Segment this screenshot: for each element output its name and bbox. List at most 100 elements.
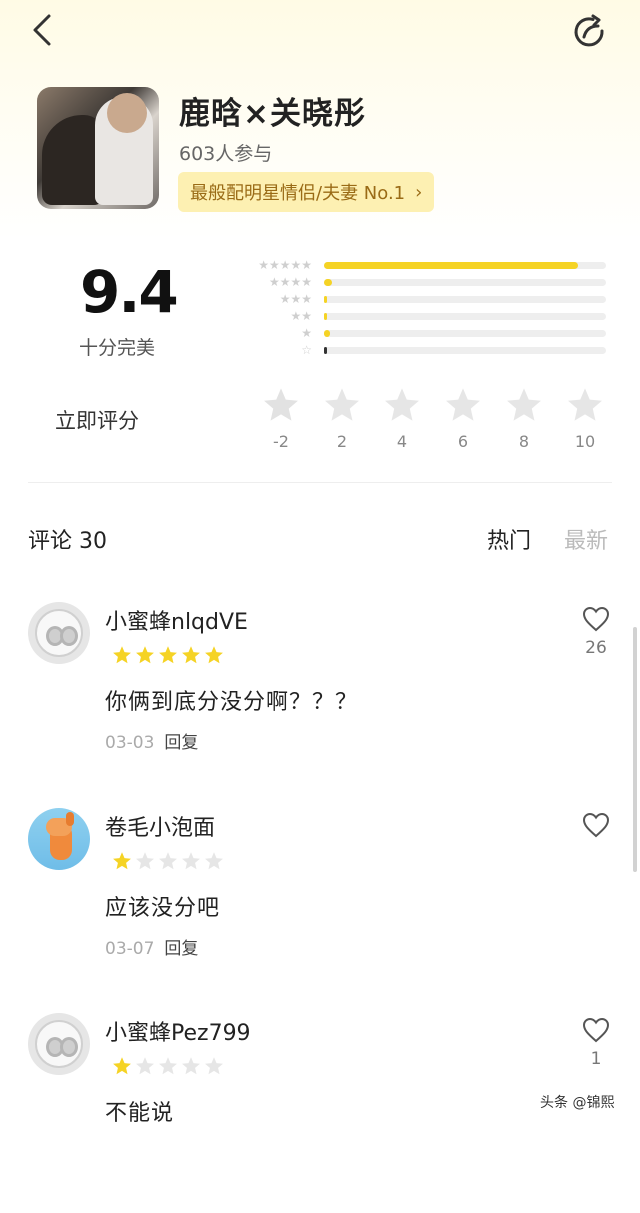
back-button[interactable] [20,8,64,52]
comment-text: 不能说 [105,1101,175,1126]
comment-text: 你俩到底分没分啊？？？ [105,690,359,715]
distribution-bar-fill [324,330,330,337]
star-icon [507,388,541,421]
empty-star-icon [136,852,154,870]
heart-icon [582,1017,610,1043]
comment-username[interactable]: 小蜜蜂Pez799 [105,1015,251,1047]
distribution-row: ★★★★ [234,275,610,289]
comment-username[interactable]: 小蜜蜂nlqdVE [105,604,248,636]
comment-date: 03-07 [105,939,155,959]
rate-star-value: 4 [396,432,408,451]
rate-star-2[interactable]: 2 [320,386,364,451]
distribution-bar-fill [324,262,578,269]
rate-star-6[interactable]: 10 [563,386,607,451]
comment-rating-stars [112,1056,227,1076]
rate-star-value: 8 [518,432,530,451]
rate-star-4[interactable]: 6 [441,386,485,451]
section-divider [28,482,612,483]
distribution-bar-fill [324,313,327,320]
score-description: 十分完美 [79,337,156,359]
distribution-bar-track [324,313,606,320]
reply-button[interactable]: 回复 [164,733,198,753]
like-count: 1 [590,1049,602,1069]
comment-meta: 03-07 回复 [105,934,198,959]
participant-count: 603人参与 [179,143,273,165]
comment-date: 03-03 [105,733,155,753]
distribution-bar-track [324,330,606,337]
distribution-star-icons: ★★★★ [268,275,312,289]
comment-item: 小蜜蜂Pez799 不能说 1 [0,1013,640,1213]
rate-star-5[interactable]: 8 [502,386,546,451]
rate-star-1[interactable]: -2 [259,386,303,451]
distribution-bar-track [324,279,606,286]
tab-sort-new[interactable]: 最新 [564,523,608,555]
empty-star-icon [159,1057,177,1075]
distribution-row: ☆ [234,343,610,357]
distribution-star-icons: ★★ [290,309,312,323]
topic-title: 鹿晗×关晓彤 [179,96,366,132]
comment-item: 小蜜蜂nlqdVE 你俩到底分没分啊？？？ 03-03 回复 26 [0,602,640,802]
empty-star-icon [159,852,177,870]
star-icon [568,388,602,421]
star-icon [446,388,480,421]
filled-star-icon [205,646,223,664]
comment-username[interactable]: 卷毛小泡面 [105,810,215,842]
rate-star-3[interactable]: 4 [380,386,424,451]
distribution-bar-fill [324,296,327,303]
comment-item: 卷毛小泡面应该没分吧 03-07 回复 [0,808,640,1008]
empty-star-icon [136,1057,154,1075]
distribution-bar-fill [324,279,333,286]
average-score: 9.4 [80,258,179,326]
filled-star-icon [113,852,131,870]
comment-rating-stars [112,645,227,665]
filled-star-icon [113,1057,131,1075]
distribution-row: ★★★ [234,292,610,306]
distribution-bar-fill [324,347,327,354]
rate-star-value: 6 [457,432,469,451]
heart-icon [582,606,610,632]
topic-poster-image [37,87,159,209]
distribution-star-icons: ★★★★★ [258,258,312,272]
share-button[interactable] [568,10,612,54]
avatar[interactable] [28,808,90,870]
chevron-right-icon: › [415,181,423,203]
rank-badge-label: 最般配明星情侣/夫妻 No.1 [190,183,406,204]
distribution-row: ★★ [234,309,610,323]
distribution-star-icons: ☆ [301,343,312,357]
distribution-row: ★★★★★ [234,258,610,272]
like-button[interactable]: 26 [580,606,612,658]
avatar[interactable] [28,1013,90,1075]
watermark: 头条 @锦熙 [540,1095,615,1111]
scrollbar[interactable] [633,627,637,872]
rank-badge[interactable]: 最般配明星情侣/夫妻 No.1 › [178,172,435,212]
rate-star-value: 2 [336,432,348,451]
star-icon [325,388,359,421]
heart-icon [582,812,610,838]
star-icon [264,388,298,421]
distribution-star-icons: ★ [301,326,312,340]
rate-star-value: 10 [574,432,596,451]
filled-star-icon [159,646,177,664]
empty-star-icon [182,1057,200,1075]
distribution-row: ★ [234,326,610,340]
empty-star-icon [205,1057,223,1075]
like-button[interactable]: 1 [580,1017,612,1069]
like-button[interactable] [580,812,612,842]
tab-sort-hot[interactable]: 热门 [487,523,531,555]
distribution-bar-track [324,262,606,269]
empty-star-icon [205,852,223,870]
comments-title: 评论 30 [28,529,107,554]
filled-star-icon [113,646,131,664]
distribution-bar-track [324,347,606,354]
rate-now-label: 立即评分 [55,409,139,433]
filled-star-icon [182,646,200,664]
reply-button[interactable]: 回复 [164,939,198,959]
comment-rating-stars [112,851,227,871]
star-icon [385,388,419,421]
avatar[interactable] [28,602,90,664]
comment-text: 应该没分吧 [105,896,221,921]
filled-star-icon [136,646,154,664]
back-arrow-icon [33,14,51,46]
empty-star-icon [182,852,200,870]
like-count: 26 [585,638,607,658]
